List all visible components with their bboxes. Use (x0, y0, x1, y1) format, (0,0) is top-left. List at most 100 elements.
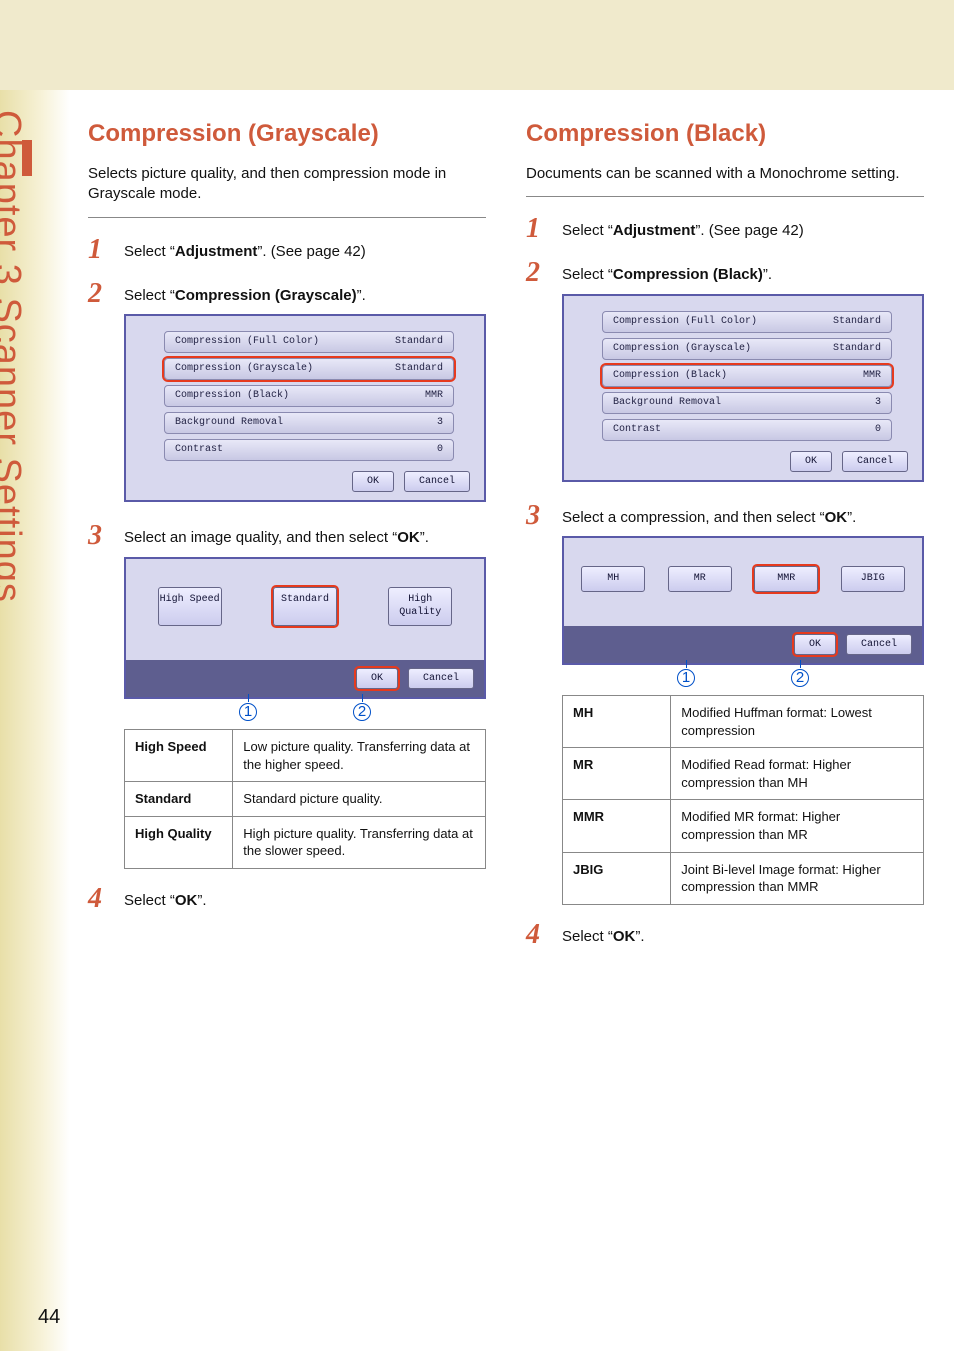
settings-row[interactable]: Compression (Grayscale) Standard (602, 338, 892, 360)
cancel-button[interactable]: Cancel (846, 634, 912, 656)
settings-row-label: Compression (Full Color) (613, 315, 757, 329)
compression-table-right: MHModified Huffman format: Lowest compre… (562, 695, 924, 904)
settings-row-label: Contrast (175, 443, 223, 457)
term-cell: MMR (563, 800, 671, 852)
heading-grayscale: Compression (Grayscale) (88, 120, 486, 148)
step-text: Select “OK”. (124, 885, 486, 911)
option-button[interactable]: MR (668, 566, 732, 592)
left-step-2: 2 Select “Compression (Grayscale)”. Comp… (88, 280, 486, 507)
desc-cell: Low picture quality. Transferring data a… (233, 730, 486, 782)
step-text: Select “Compression (Black)”. Compressio… (562, 259, 924, 486)
settings-row-label: Compression (Grayscale) (175, 362, 313, 376)
settings-row-value: 0 (437, 443, 443, 457)
step-number: 4 (88, 885, 124, 913)
intro-grayscale: Selects picture quality, and then compre… (88, 164, 486, 218)
settings-row-label: Compression (Black) (175, 389, 289, 403)
settings-row-value: 3 (437, 416, 443, 430)
table-row: MMRModified MR format: Higher compressio… (563, 800, 924, 852)
callout-1: 1 (239, 703, 257, 721)
settings-row[interactable]: Compression (Grayscale)Standard (164, 358, 454, 380)
table-row: High QualityHigh picture quality. Transf… (125, 816, 486, 868)
desc-cell: Modified Read format: Higher compression… (671, 748, 924, 800)
callout-2: 2 (791, 669, 809, 687)
settings-row[interactable]: Compression (Full Color) Standard (602, 311, 892, 333)
settings-row-value: MMR (425, 389, 443, 403)
left-step-1: 1 Select “Adjustment”. (See page 42) (88, 236, 486, 264)
settings-row[interactable]: Background Removal 3 (164, 412, 454, 434)
settings-row-value: 3 (875, 396, 881, 410)
callout-1: 1 (677, 669, 695, 687)
settings-row-value: MMR (863, 369, 881, 383)
step-text: Select “OK”. (562, 921, 924, 947)
ok-button[interactable]: OK (794, 634, 836, 656)
callouts-left: 1 2 (124, 703, 486, 721)
desc-cell: Standard picture quality. (233, 782, 486, 817)
heading-black: Compression (Black) (526, 120, 924, 148)
settings-row[interactable]: Compression (Black) MMR (602, 365, 892, 387)
settings-panel-left: Compression (Full Color)StandardCompress… (124, 314, 486, 503)
option-button[interactable]: High Quality (388, 587, 452, 626)
step-number: 1 (88, 236, 124, 264)
options-panel-right: MH MR MMR JBIG OK Cancel (562, 536, 924, 665)
step-number: 2 (88, 280, 124, 308)
settings-row-label: Background Removal (613, 396, 721, 410)
term-cell: High Quality (125, 816, 233, 868)
step-number: 2 (526, 259, 562, 287)
table-row: JBIGJoint Bi-level Image format: Higher … (563, 852, 924, 904)
option-button[interactable]: Standard (273, 587, 337, 626)
chapter-label: Chapter 3 Scanner Settings (0, 110, 28, 603)
settings-row-value: Standard (395, 335, 443, 349)
settings-row-label: Compression (Black) (613, 369, 727, 383)
settings-row-label: Contrast (613, 423, 661, 437)
right-step-3: 3 Select a compression, and then select … (526, 502, 924, 905)
step-text: Select “Adjustment”. (See page 42) (124, 236, 486, 262)
left-step-4: 4 Select “OK”. (88, 885, 486, 913)
table-row: StandardStandard picture quality. (125, 782, 486, 817)
desc-cell: Modified MR format: Higher compression t… (671, 800, 924, 852)
cancel-button[interactable]: Cancel (842, 451, 908, 473)
left-step-3: 3 Select an image quality, and then sele… (88, 522, 486, 868)
ok-button[interactable]: OK (790, 451, 832, 473)
table-row: High SpeedLow picture quality. Transferr… (125, 730, 486, 782)
settings-row-value: Standard (833, 342, 881, 356)
table-row: MHModified Huffman format: Lowest compre… (563, 696, 924, 748)
option-button[interactable]: High Speed (158, 587, 222, 626)
top-band (0, 0, 954, 90)
term-cell: Standard (125, 782, 233, 817)
settings-row-label: Compression (Full Color) (175, 335, 319, 349)
settings-row-label: Compression (Grayscale) (613, 342, 751, 356)
settings-panel-right: Compression (Full Color)StandardCompress… (562, 294, 924, 483)
settings-row[interactable]: Compression (Black) MMR (164, 385, 454, 407)
cancel-button[interactable]: Cancel (408, 668, 474, 690)
step-number: 1 (526, 215, 562, 243)
right-step-4: 4 Select “OK”. (526, 921, 924, 949)
cancel-button[interactable]: Cancel (404, 471, 470, 493)
table-row: MRModified Read format: Higher compressi… (563, 748, 924, 800)
settings-row[interactable]: Compression (Full Color) Standard (164, 331, 454, 353)
settings-row-label: Background Removal (175, 416, 283, 430)
desc-cell: Modified Huffman format: Lowest compress… (671, 696, 924, 748)
intro-black: Documents can be scanned with a Monochro… (526, 164, 924, 197)
term-cell: JBIG (563, 852, 671, 904)
settings-row[interactable]: Background Removal 3 (602, 392, 892, 414)
step-text: Select “Compression (Grayscale)”. Compre… (124, 280, 486, 507)
option-button[interactable]: MMR (754, 566, 818, 592)
option-button[interactable]: MH (581, 566, 645, 592)
settings-row[interactable]: Contrast 0 (164, 439, 454, 461)
page-number: 44 (38, 1306, 60, 1329)
desc-cell: Joint Bi-level Image format: Higher comp… (671, 852, 924, 904)
callouts-right: 1 2 (562, 669, 924, 687)
ok-button[interactable]: OK (352, 471, 394, 493)
term-cell: MH (563, 696, 671, 748)
quality-table-left: High SpeedLow picture quality. Transferr… (124, 729, 486, 869)
settings-row-value: 0 (875, 423, 881, 437)
step-number: 3 (88, 522, 124, 550)
settings-row[interactable]: Contrast 0 (602, 419, 892, 441)
option-button[interactable]: JBIG (841, 566, 905, 592)
step-number: 3 (526, 502, 562, 530)
settings-row-value: Standard (833, 315, 881, 329)
left-column: Compression (Grayscale) Selects picture … (88, 120, 486, 965)
step-text: Select a compression, and then select “O… (562, 502, 924, 905)
ok-button[interactable]: OK (356, 668, 398, 690)
right-column: Compression (Black) Documents can be sca… (526, 120, 924, 965)
